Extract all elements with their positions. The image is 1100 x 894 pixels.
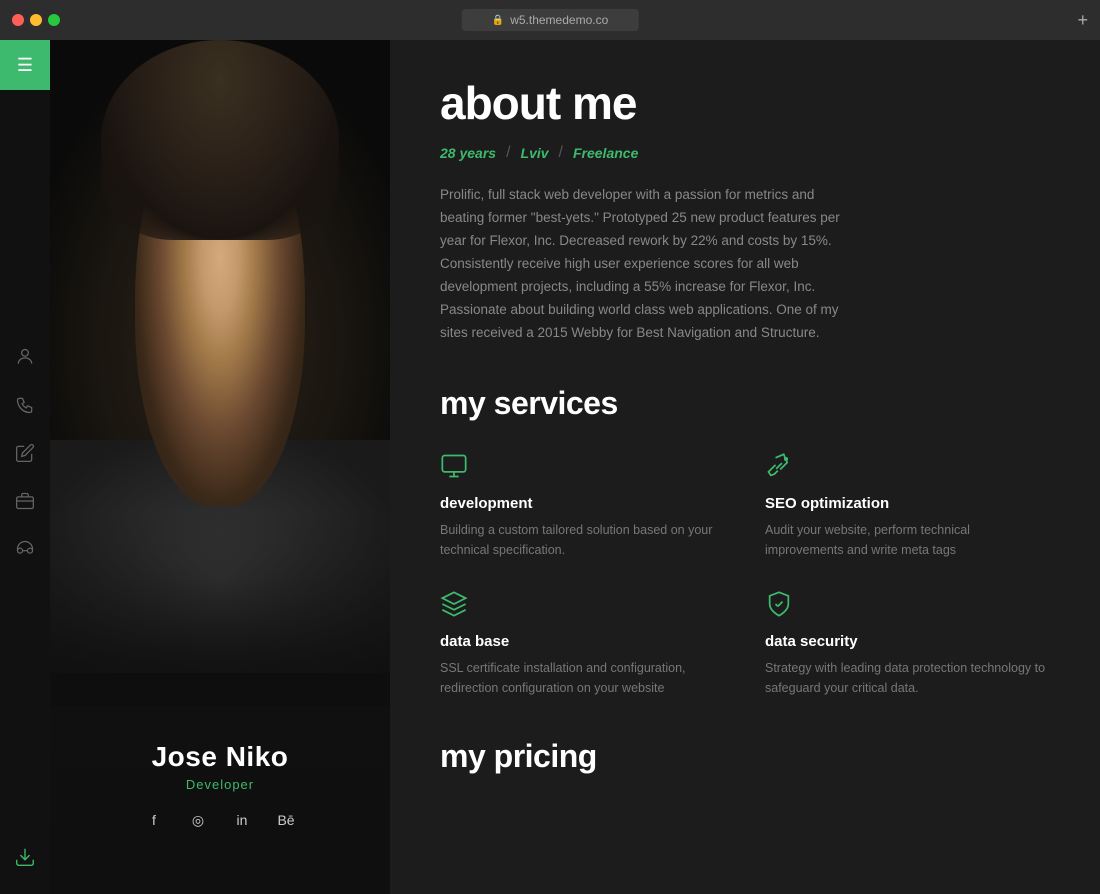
behance-link[interactable]: Bē (272, 806, 300, 834)
download-icon (14, 846, 36, 868)
service-seo-desc: Audit your website, perform technical im… (765, 520, 1050, 560)
service-security-desc: Strategy with leading data protection te… (765, 658, 1050, 698)
service-seo-icon (765, 452, 1050, 485)
address-bar[interactable]: 🔒 w5.themedemo.co (462, 9, 639, 31)
services-grid: development Building a custom tailored s… (440, 452, 1050, 698)
dribbble-link[interactable]: ◎ (184, 806, 212, 834)
service-seo: SEO optimization Audit your website, per… (765, 452, 1050, 560)
pricing-section: my pricing (440, 738, 1050, 775)
profile-info: Jose Niko Developer f ◎ in Bē (50, 741, 390, 834)
service-development-icon (440, 452, 725, 485)
shield-icon (765, 590, 793, 618)
main-content: about me 28 years / Lviv / Freelance Pro… (390, 40, 1100, 894)
service-database-name: data base (440, 633, 725, 650)
about-meta: 28 years / Lviv / Freelance (440, 144, 1050, 162)
viewport: ☰ (0, 40, 1100, 894)
service-seo-name: SEO optimization (765, 495, 1050, 512)
service-database-desc: SSL certificate installation and configu… (440, 658, 725, 698)
glasses-icon (15, 539, 35, 559)
profile-overlay (50, 510, 390, 894)
profile-name: Jose Niko (50, 741, 390, 773)
monitor-icon (440, 452, 468, 480)
service-development: development Building a custom tailored s… (440, 452, 725, 560)
sidebar-item-about[interactable] (15, 539, 35, 559)
lock-icon: 🔒 (492, 15, 504, 26)
layers-icon (440, 590, 468, 618)
minimize-button[interactable] (30, 14, 42, 26)
person-icon (15, 347, 35, 367)
browser-chrome: 🔒 w5.themedemo.co + (0, 0, 1100, 40)
services-section: my services development Building a custo… (440, 385, 1050, 698)
profile-title: Developer (50, 777, 390, 792)
about-section: about me 28 years / Lviv / Freelance Pro… (440, 80, 1050, 345)
edit-icon (15, 443, 35, 463)
service-security-name: data security (765, 633, 1050, 650)
separator-2: / (559, 144, 563, 162)
download-button[interactable] (14, 846, 36, 874)
sidebar-item-profile[interactable] (15, 347, 35, 367)
rocket-icon (765, 452, 793, 480)
service-security: data security Strategy with leading data… (765, 590, 1050, 698)
about-status: Freelance (573, 145, 638, 161)
fullscreen-button[interactable] (48, 14, 60, 26)
about-bio: Prolific, full stack web developer with … (440, 184, 860, 345)
phone-icon (15, 395, 35, 415)
service-database: data base SSL certificate installation a… (440, 590, 725, 698)
hamburger-icon: ☰ (17, 56, 33, 74)
about-age: 28 years (440, 145, 496, 161)
service-development-desc: Building a custom tailored solution base… (440, 520, 725, 560)
social-links: f ◎ in Bē (50, 806, 390, 834)
hair-detail (101, 40, 339, 240)
service-security-icon (765, 590, 1050, 623)
about-city: Lviv (521, 145, 549, 161)
sidebar-item-contact[interactable] (15, 395, 35, 415)
sidebar-item-portfolio[interactable] (15, 491, 35, 511)
briefcase-icon (15, 491, 35, 511)
sidebar-item-edit[interactable] (15, 443, 35, 463)
nav-icons (15, 90, 35, 846)
menu-button[interactable]: ☰ (0, 40, 50, 90)
pricing-title: my pricing (440, 738, 1050, 775)
new-tab-button[interactable]: + (1077, 10, 1088, 31)
sidebar: ☰ (0, 40, 50, 894)
about-title: about me (440, 80, 1050, 126)
facebook-link[interactable]: f (140, 806, 168, 834)
services-title: my services (440, 385, 1050, 422)
close-button[interactable] (12, 14, 24, 26)
linkedin-link[interactable]: in (228, 806, 256, 834)
url-text: w5.themedemo.co (510, 13, 608, 27)
traffic-lights (12, 14, 60, 26)
separator-1: / (506, 144, 510, 162)
profile-card: Jose Niko Developer f ◎ in Bē (50, 40, 390, 894)
service-development-name: development (440, 495, 725, 512)
service-database-icon (440, 590, 725, 623)
